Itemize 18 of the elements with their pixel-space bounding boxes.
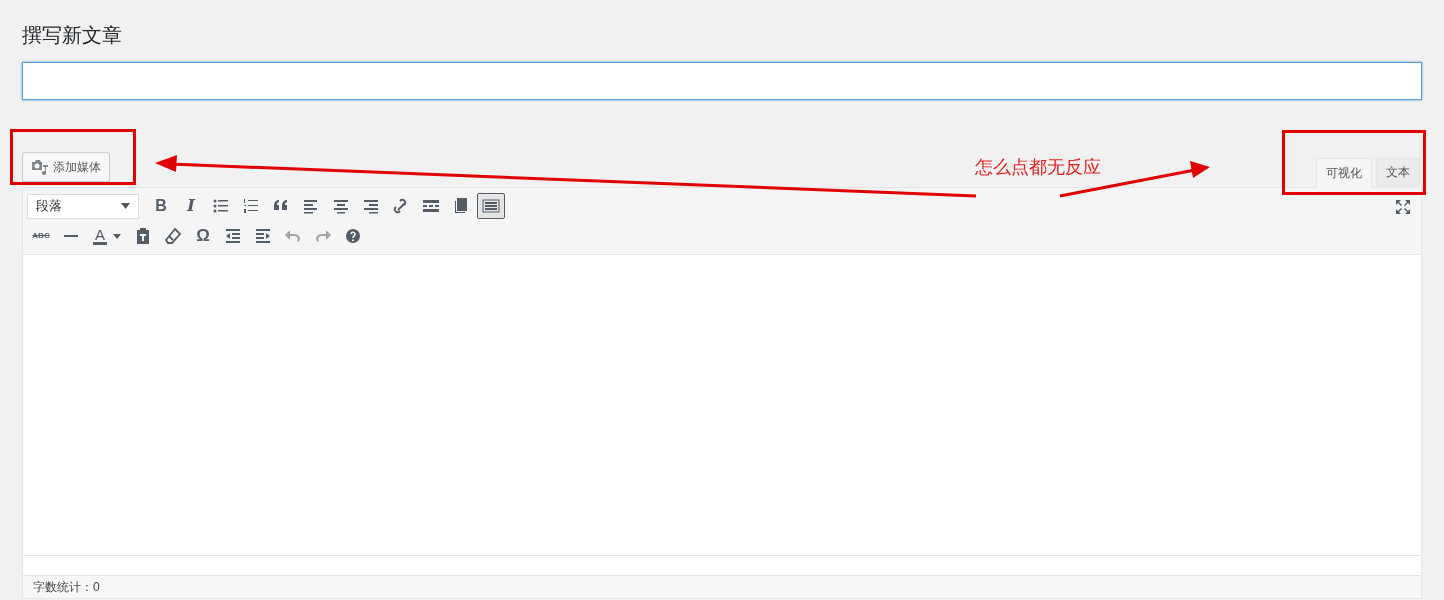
page-heading: 撰写新文章 xyxy=(22,23,122,48)
keyboard-icon[interactable] xyxy=(477,193,505,219)
format-button[interactable]: B xyxy=(147,193,175,219)
fullscreen-icon[interactable] xyxy=(1395,199,1411,215)
annotation-text: 怎么点都无反应 xyxy=(975,156,1101,179)
word-count: 字数统计：0 xyxy=(33,579,100,596)
text-color-button[interactable]: A xyxy=(87,223,127,249)
format-button[interactable]: Ω xyxy=(189,223,217,249)
add-media-button[interactable]: 添加媒体 xyxy=(22,152,110,182)
format-button[interactable]: I xyxy=(177,193,205,219)
format-dropdown[interactable]: 段落 xyxy=(27,193,139,219)
editor-tab[interactable]: 文本 xyxy=(1376,158,1420,186)
format-button[interactable]: ABC xyxy=(27,223,55,249)
media-icon xyxy=(31,159,49,175)
title-field[interactable] xyxy=(22,62,1422,100)
caret-icon xyxy=(113,233,121,239)
caret-icon xyxy=(121,203,130,209)
editor-tab[interactable]: 可视化 xyxy=(1316,158,1372,188)
